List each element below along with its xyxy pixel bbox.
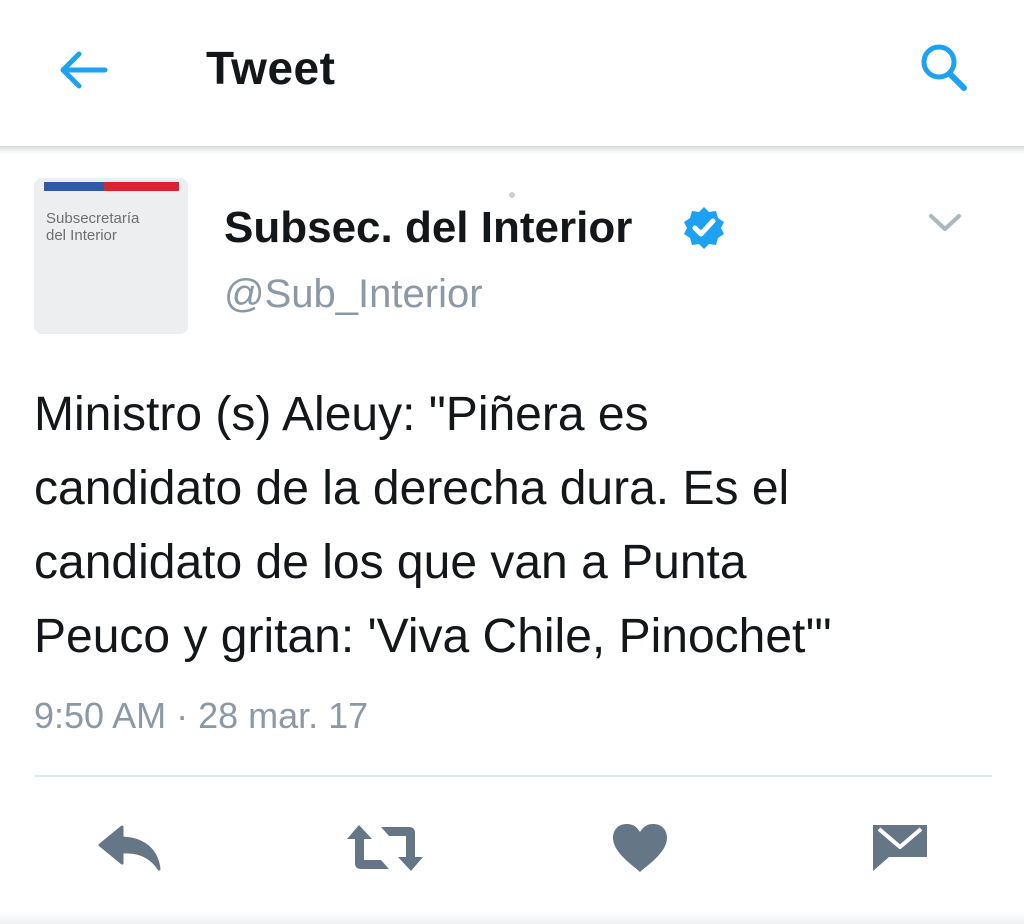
arrow-left-icon [60,51,108,89]
search-button[interactable] [912,38,976,98]
flag-stripe-red [104,182,179,191]
divider [34,775,992,777]
direct-message-button[interactable] [860,810,940,886]
tweet-text: Ministro (s) Aleuy: "Piñera es candidato… [34,378,994,674]
tweet-options-button[interactable] [920,200,970,246]
reply-icon [98,825,161,871]
indicator-dot [509,192,515,198]
tweet-text-line: candidato de la derecha dura. Es el [34,462,790,515]
verified-badge-icon [681,205,727,251]
bottom-edge-shadow [0,912,1024,924]
chevron-down-icon [929,214,961,231]
tweet-detail-screen: Tweet Subsecretaría del Interior Subsec.… [0,0,1024,924]
top-app-bar: Tweet [0,0,1024,146]
like-button[interactable] [600,810,680,886]
back-button[interactable] [50,40,114,100]
search-icon [921,44,967,91]
tweet-text-line: Peuco y gritan: 'Viva Chile, Pinochet'" [34,610,832,663]
tweet-text-line: candidato de los que van a Punta [34,536,747,589]
tweet-timestamp: 9:50 AM · 28 mar. 17 [34,695,369,736]
reply-button[interactable] [90,810,170,886]
avatar[interactable]: Subsecretaría del Interior [34,178,188,334]
tweet-text-line: Ministro (s) Aleuy: "Piñera es [34,388,649,441]
flag-stripe-blue [44,182,104,191]
avatar-logo-text: Subsecretaría del Interior [46,210,140,244]
retweet-icon [347,825,423,871]
heart-icon [613,824,667,872]
header-divider [0,146,1024,154]
retweet-button[interactable] [345,810,425,886]
page-title: Tweet [206,42,336,94]
author-handle[interactable]: @Sub_Interior [224,268,483,320]
envelope-icon [873,825,927,871]
author-name[interactable]: Subsec. del Interior [224,200,632,256]
